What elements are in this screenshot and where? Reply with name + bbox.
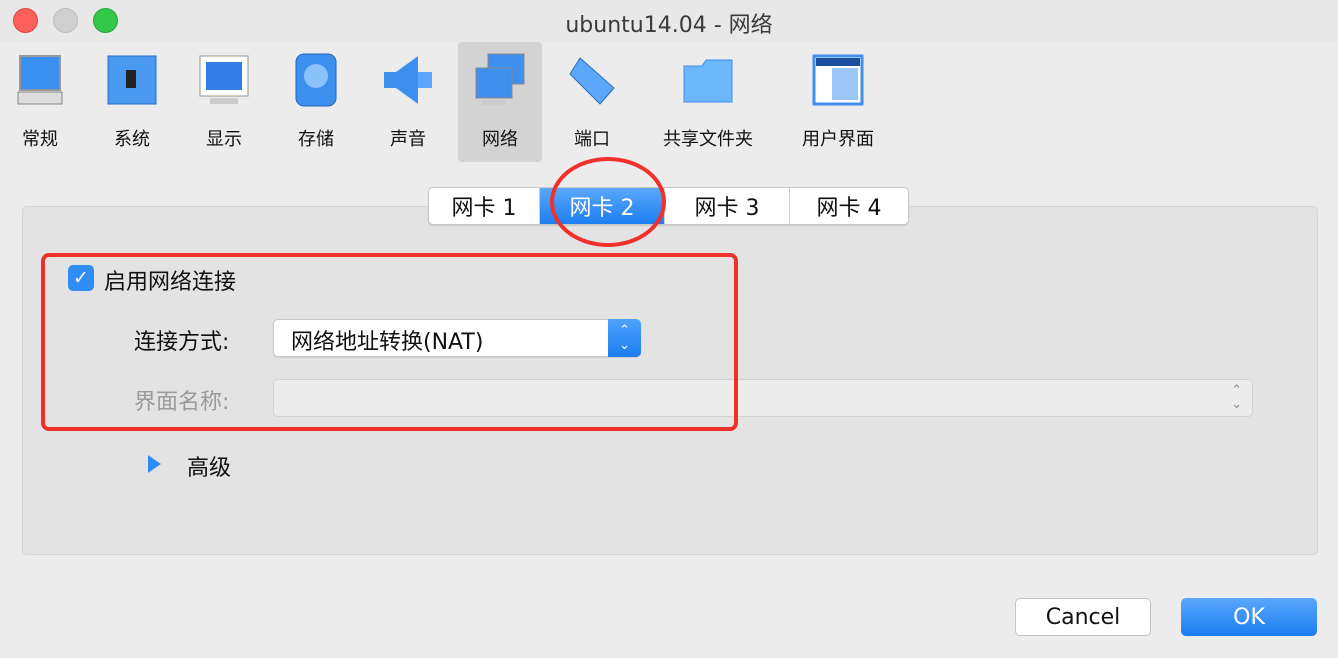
toolbar-item-shared-folder[interactable]: 共享文件夹 xyxy=(653,42,763,162)
storage-disk-icon xyxy=(288,52,344,108)
toolbar-item-label: 用户界面 xyxy=(802,129,874,150)
toolbar-item-system-chip[interactable]: 系统 xyxy=(90,42,174,162)
toolbar-item-user-interface[interactable]: 用户界面 xyxy=(788,42,888,162)
toolbar-item-label: 网络 xyxy=(482,129,518,150)
general-computer-icon xyxy=(12,52,68,108)
disclosure-triangle-icon[interactable] xyxy=(148,455,161,473)
system-chip-icon xyxy=(104,52,160,108)
shared-folder-icon xyxy=(680,52,736,108)
toolbar-item-serial-port[interactable]: 端口 xyxy=(550,42,634,162)
user-interface-icon xyxy=(810,52,866,108)
serial-port-icon xyxy=(564,52,620,108)
adapter-tabs: 网卡 1 网卡 2 网卡 3 网卡 4 xyxy=(428,187,909,225)
network-icon xyxy=(472,52,528,108)
tab-adapter-1[interactable]: 网卡 1 xyxy=(429,188,540,224)
toolbar-item-label: 共享文件夹 xyxy=(663,129,753,150)
audio-speaker-icon xyxy=(380,52,436,108)
toolbar-item-label: 显示 xyxy=(206,129,242,150)
toolbar-item-audio-speaker[interactable]: 声音 xyxy=(366,42,450,162)
toolbar-item-label: 存储 xyxy=(298,129,334,150)
cancel-button[interactable]: Cancel xyxy=(1015,598,1151,636)
annotation-circle xyxy=(550,157,666,247)
toolbar-item-display-monitor[interactable]: 显示 xyxy=(182,42,266,162)
ok-button[interactable]: OK xyxy=(1181,598,1317,636)
toolbar-item-label: 声音 xyxy=(390,129,426,150)
toolbar-item-storage-disk[interactable]: 存储 xyxy=(274,42,358,162)
select-arrows-icon: ⌃ ⌄ xyxy=(1231,383,1242,412)
toolbar-item-label: 端口 xyxy=(574,129,610,150)
window-title: ubuntu14.04 - 网络 xyxy=(565,13,773,38)
display-monitor-icon xyxy=(196,52,252,108)
advanced-toggle[interactable]: 高级 xyxy=(187,450,231,482)
toolbar-item-network[interactable]: 网络 xyxy=(458,42,542,162)
tab-adapter-3[interactable]: 网卡 3 xyxy=(665,188,790,224)
tab-adapter-4[interactable]: 网卡 4 xyxy=(790,188,908,224)
toolbar-item-label: 系统 xyxy=(114,129,150,150)
annotation-rectangle xyxy=(41,253,738,431)
toolbar-item-label: 常规 xyxy=(22,129,58,150)
toolbar-item-general-computer[interactable]: 常规 xyxy=(0,42,82,162)
